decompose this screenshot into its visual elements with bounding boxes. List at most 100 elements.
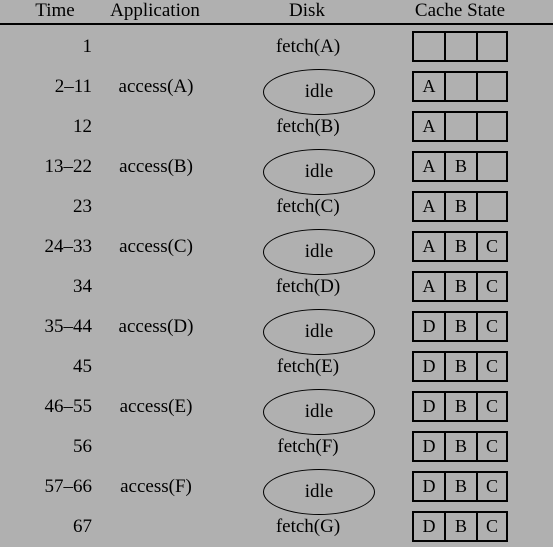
cache-box: A: [412, 71, 508, 102]
cell-application: [100, 427, 212, 467]
cache-slot: B: [446, 513, 478, 540]
cell-application: access(E): [119, 396, 193, 417]
cell-disk: idle: [252, 147, 375, 195]
cell-disk: fetch(A): [252, 27, 364, 67]
cell-cache-state: DBC: [412, 311, 508, 342]
cache-slot: C: [485, 396, 498, 416]
disk-fetch-label: fetch(A): [275, 36, 341, 57]
disk-fetch-label: fetch(D): [275, 276, 341, 297]
cache-slot: [414, 33, 446, 60]
cell-time: 34: [73, 276, 92, 297]
cache-slot: C: [485, 356, 498, 376]
cell-disk: idle: [252, 67, 375, 115]
cell-application: [100, 267, 212, 307]
cache-box: AB: [412, 191, 508, 222]
cell-time: 67: [73, 516, 92, 537]
header-rule: [0, 23, 553, 25]
cache-slot: B: [446, 353, 478, 380]
cell-time: 45: [73, 356, 92, 377]
table-row: 34 fetch(D) A B C: [0, 267, 553, 307]
disk-fetch-label: fetch(F): [277, 436, 339, 457]
cell-cache-state: A: [412, 111, 508, 142]
disk-fetch-label: fetch(C): [276, 196, 340, 217]
disk-fetch-label: fetch(E): [276, 356, 340, 377]
cache-slot: [478, 73, 506, 100]
cache-state-timeline-figure: Time Application Disk Cache State 1 fetch…: [0, 0, 553, 544]
cache-slot: A: [414, 273, 446, 300]
column-header-cache-state: Cache State: [414, 0, 506, 21]
cache-slot: C: [485, 476, 498, 496]
cell-cache-state: [412, 31, 508, 62]
cache-box: [412, 31, 508, 62]
cache-slot: C: [485, 516, 498, 536]
column-header-time: Time: [35, 0, 75, 21]
cell-application: [100, 347, 212, 387]
cache-slot: C: [485, 236, 498, 256]
cache-slot: B: [446, 433, 478, 460]
cell-application: [100, 27, 212, 67]
cell-time: 57–66: [44, 476, 93, 497]
cache-slot: B: [446, 153, 478, 180]
cache-slot: [478, 33, 506, 60]
cell-disk: idle: [252, 307, 375, 355]
disk-fetch-label: fetch(B): [276, 116, 340, 137]
cell-disk: fetch(C): [252, 187, 364, 227]
cell-application: access(A): [118, 76, 194, 97]
cell-time: 24–33: [44, 236, 93, 257]
table-row: 13–22 access(B) idle A B: [0, 147, 553, 195]
cell-disk: idle: [252, 227, 375, 275]
cell-cache-state: A: [412, 71, 508, 102]
table-row: 45 fetch(E) D B C: [0, 347, 553, 387]
cache-box: A: [412, 111, 508, 142]
cache-slot: D: [414, 353, 446, 380]
table-row: 1 fetch(A): [0, 27, 553, 67]
cell-cache-state: AB: [412, 191, 508, 222]
cache-box: AB: [412, 151, 508, 182]
cell-cache-state: DBC: [412, 431, 508, 462]
cell-cache-state: DBC: [412, 471, 508, 502]
table-row: 24–33 access(C) idle A B C: [0, 227, 553, 275]
cache-slot: D: [414, 473, 446, 500]
cell-disk: idle: [252, 387, 375, 435]
table-row: 35–44 access(D) idle D B C: [0, 307, 553, 355]
cell-disk: fetch(E): [252, 347, 364, 387]
cache-slot: A: [414, 73, 446, 100]
cell-application: access(D): [118, 316, 194, 337]
cache-box: ABC: [412, 271, 508, 302]
cell-disk: fetch(G): [252, 507, 364, 547]
cache-box: DBC: [412, 391, 508, 422]
cache-slot: C: [485, 316, 498, 336]
cache-slot: [478, 113, 506, 140]
cache-box: DBC: [412, 311, 508, 342]
cell-cache-state: ABC: [412, 231, 508, 262]
cache-slot: D: [414, 433, 446, 460]
cache-slot: A: [414, 193, 446, 220]
table-row: 57–66 access(F) idle D B C: [0, 467, 553, 515]
cache-box: DBC: [412, 431, 508, 462]
cell-application: [100, 107, 212, 147]
column-header-disk: Disk: [289, 0, 325, 21]
cell-time: 56: [73, 436, 92, 457]
cell-disk: fetch(D): [252, 267, 364, 307]
cell-application: [100, 507, 212, 547]
table-row: 56 fetch(F) D B C: [0, 427, 553, 467]
cell-disk: fetch(B): [252, 107, 364, 147]
cache-slot: [446, 73, 478, 100]
cell-application: access(C): [119, 236, 193, 257]
cache-slot: [478, 193, 506, 220]
cache-slot: D: [414, 513, 446, 540]
cache-slot: A: [414, 113, 446, 140]
cell-time: 12: [73, 116, 92, 137]
cache-slot: B: [446, 393, 478, 420]
cache-slot: [446, 113, 478, 140]
cell-time: 1: [82, 36, 93, 57]
cache-box: ABC: [412, 231, 508, 262]
cache-slot: A: [414, 153, 446, 180]
cache-slot: B: [446, 233, 478, 260]
cache-slot: D: [414, 393, 446, 420]
cache-slot: B: [446, 473, 478, 500]
cache-box: DBC: [412, 471, 508, 502]
cell-application: access(F): [120, 476, 192, 497]
table-row: 67 fetch(G) D B C: [0, 507, 553, 547]
cache-slot: B: [446, 193, 478, 220]
